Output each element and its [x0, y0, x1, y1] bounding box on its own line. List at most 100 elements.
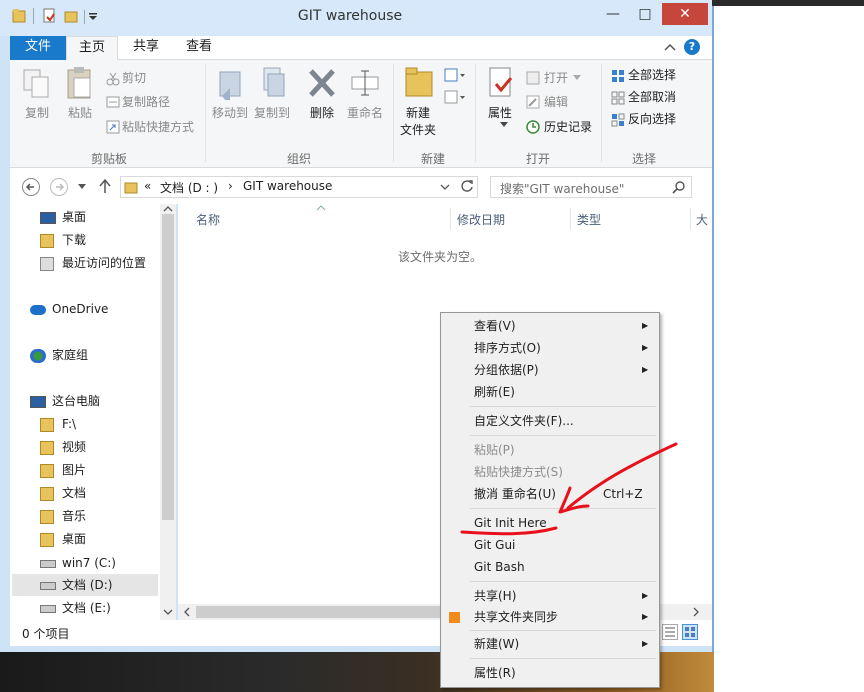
select-none-button[interactable]: 全部取消 — [628, 88, 676, 108]
refresh-icon[interactable] — [460, 179, 474, 193]
help-button[interactable]: ? — [684, 39, 700, 55]
nav-item-videos[interactable]: 视频 — [40, 436, 86, 458]
details-view-icon[interactable] — [662, 624, 678, 640]
nav-item-f-drive[interactable]: F:\ — [40, 413, 76, 435]
scroll-right-icon[interactable] — [692, 607, 700, 617]
drive-icon — [40, 604, 56, 613]
nav-item-d-drive[interactable]: 文档 (D:) — [40, 574, 112, 596]
nav-item-documents[interactable]: 文档 — [40, 482, 86, 504]
nav-item-c-drive[interactable]: win7 (C:) — [40, 552, 116, 574]
cut-button[interactable]: 剪切 — [122, 69, 146, 89]
invert-selection-button[interactable]: 反向选择 — [628, 110, 676, 130]
tab-home[interactable]: 主页 — [66, 36, 118, 60]
tab-file[interactable]: 文件 — [10, 36, 66, 60]
dropdown-arrow-icon[interactable] — [500, 122, 508, 128]
back-button[interactable] — [22, 178, 40, 196]
properties-button[interactable]: 属性 — [482, 104, 518, 121]
group-separator — [601, 64, 602, 162]
paste-shortcut-button[interactable]: 粘贴快捷方式 — [122, 118, 194, 138]
minimize-button[interactable]: — — [598, 3, 628, 27]
nav-item-downloads[interactable]: 下载 — [40, 229, 86, 251]
menu-item-view[interactable]: 查看(V) — [474, 316, 516, 336]
nav-item-desktop-2[interactable]: 桌面 — [40, 528, 86, 550]
new-item-icon[interactable] — [444, 68, 466, 82]
breadcrumb-folder[interactable]: GIT warehouse — [243, 179, 332, 193]
maximize-button[interactable]: □ — [630, 3, 660, 27]
collapse-ribbon-icon[interactable] — [664, 42, 676, 52]
homegroup-icon — [30, 348, 46, 363]
scroll-left-icon[interactable] — [183, 607, 191, 617]
column-separator[interactable] — [570, 208, 571, 230]
horizontal-scrollbar-thumb[interactable] — [196, 606, 440, 618]
scroll-up-icon[interactable] — [163, 205, 173, 213]
nav-label: 音乐 — [62, 509, 87, 523]
breadcrumb-separator[interactable]: › — [228, 179, 233, 193]
copy-path-button[interactable]: 复制路径 — [122, 93, 170, 113]
desktop-icon — [40, 211, 56, 224]
open-button[interactable]: 打开 — [544, 69, 568, 89]
nav-item-this-pc[interactable]: 这台电脑 — [30, 390, 100, 412]
paste-shortcut-icon — [106, 120, 120, 134]
column-type[interactable]: 类型 — [577, 211, 601, 228]
address-dropdown-icon[interactable] — [440, 184, 450, 190]
new-folder-icon[interactable] — [64, 8, 78, 24]
up-arrow-icon[interactable] — [98, 178, 112, 194]
nav-scrollbar-thumb[interactable] — [162, 214, 174, 520]
menu-item-group-by[interactable]: 分组依据(P) — [474, 360, 539, 380]
tab-share[interactable]: 共享 — [118, 36, 174, 60]
select-group-label: 选择 — [631, 152, 656, 166]
move-to-button[interactable]: 移动到 — [208, 104, 252, 121]
breadcrumb-drive[interactable]: 文档 (D : ) — [160, 179, 218, 196]
select-all-button[interactable]: 全部选择 — [628, 66, 676, 86]
large-icons-view-icon[interactable] — [682, 624, 698, 640]
menu-item-sync[interactable]: 共享文件夹同步 — [474, 607, 558, 627]
cut-icon — [106, 72, 120, 86]
rename-button[interactable]: 重命名 — [344, 104, 386, 121]
tab-view[interactable]: 查看 — [174, 36, 224, 60]
nav-item-desktop[interactable]: 桌面 — [40, 206, 86, 228]
menu-item-share[interactable]: 共享(H) — [474, 586, 516, 606]
submenu-arrow-icon: ▶ — [642, 612, 649, 621]
paste-button[interactable]: 粘贴 — [60, 104, 100, 121]
menu-separator — [470, 630, 656, 631]
nav-label: OneDrive — [52, 302, 109, 316]
menu-item-new[interactable]: 新建(W) — [474, 634, 519, 654]
column-separator[interactable] — [690, 208, 691, 230]
group-separator — [393, 64, 394, 162]
column-size[interactable]: 大 — [696, 211, 708, 228]
empty-folder-message: 该文件夹为空。 — [398, 250, 483, 264]
nav-item-homegroup[interactable]: 家庭组 — [30, 344, 88, 366]
forward-button[interactable] — [50, 178, 68, 196]
copy-to-button[interactable]: 复制到 — [250, 104, 294, 121]
nav-label: 桌面 — [62, 210, 87, 224]
column-name[interactable]: 名称 — [196, 211, 220, 228]
address-prefix[interactable]: « — [144, 179, 151, 193]
menu-item-refresh[interactable]: 刷新(E) — [474, 382, 515, 402]
nav-item-onedrive[interactable]: OneDrive — [30, 298, 108, 320]
close-button[interactable]: ✕ — [662, 3, 708, 25]
search-icon[interactable] — [672, 180, 686, 194]
history-button[interactable]: 历史记录 — [544, 118, 592, 138]
edit-button[interactable]: 编辑 — [544, 93, 568, 113]
nav-item-music[interactable]: 音乐 — [40, 505, 86, 527]
scroll-down-icon[interactable] — [163, 608, 173, 616]
properties-icon[interactable] — [42, 8, 56, 24]
nav-item-e-drive[interactable]: 文档 (E:) — [40, 597, 111, 619]
recent-locations-icon[interactable] — [78, 184, 86, 190]
menu-item-sort[interactable]: 排序方式(O) — [474, 338, 541, 358]
easy-access-icon[interactable] — [444, 90, 466, 104]
delete-button[interactable]: 删除 — [302, 104, 342, 121]
nav-item-pictures[interactable]: 图片 — [40, 459, 86, 481]
new-folder-button-line1[interactable]: 新建 — [396, 104, 440, 121]
copy-button[interactable]: 复制 — [18, 104, 56, 121]
dropdown-arrow-icon[interactable] — [573, 75, 581, 81]
column-separator[interactable] — [450, 208, 451, 230]
customize-qa-icon[interactable] — [88, 12, 98, 22]
menu-item-properties[interactable]: 属性(R) — [474, 663, 516, 683]
column-modified[interactable]: 修改日期 — [457, 211, 505, 228]
menu-item-customize[interactable]: 自定义文件夹(F)... — [474, 411, 574, 431]
nav-label: 文档 (D:) — [62, 578, 113, 592]
nav-item-recent[interactable]: 最近访问的位置 — [40, 252, 146, 274]
new-folder-button-line2[interactable]: 文件夹 — [396, 121, 440, 138]
menu-item-git-bash[interactable]: Git Bash — [474, 557, 525, 577]
